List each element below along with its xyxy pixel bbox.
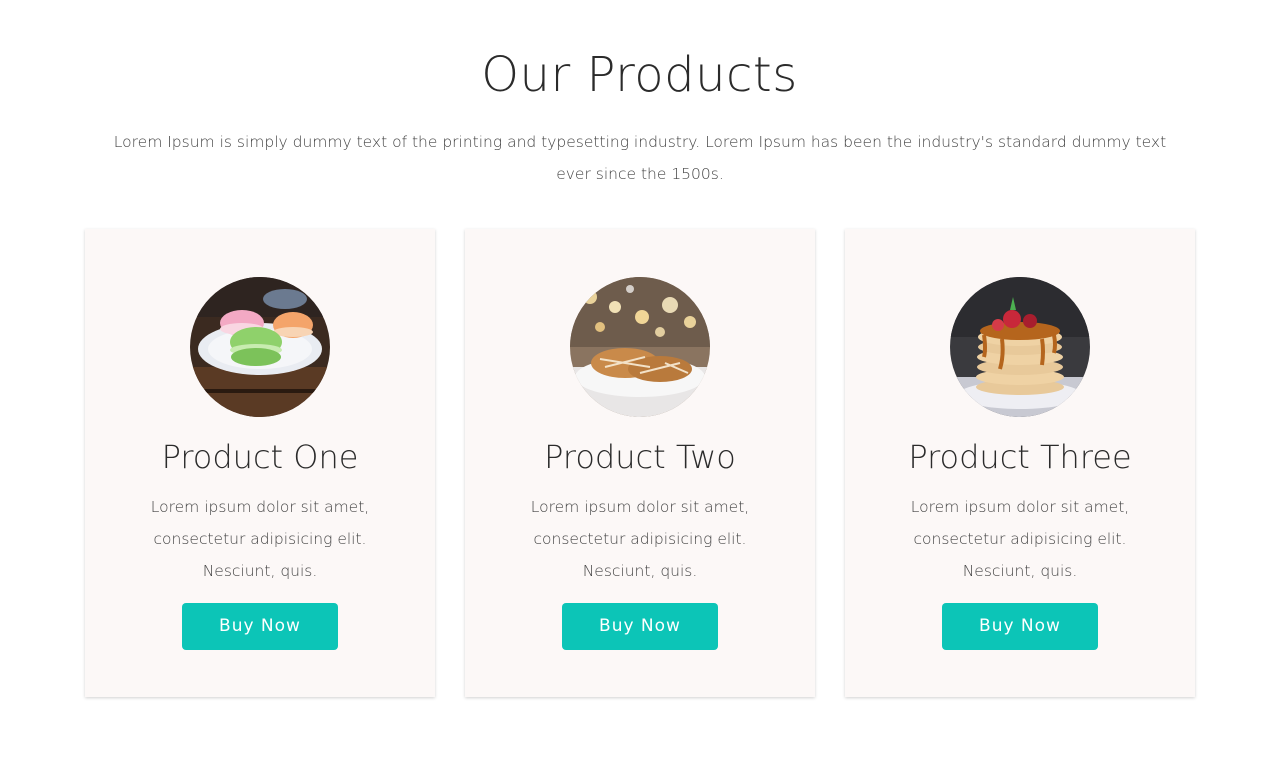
product-title: Product Three [908,438,1132,476]
product-image-pancakes [950,277,1090,417]
section-title: Our Products [481,47,798,103]
product-description: Lorem ipsum dolor sit amet, consectetur … [530,498,750,580]
product-title: Product Two [544,438,736,476]
section-description: Lorem Ipsum is simply dummy text of the … [113,133,1167,183]
product-image-cookies [570,277,710,417]
product-card: Product Three Lorem ipsum dolor sit amet… [845,229,1195,697]
product-image-macarons [190,277,330,417]
products-section: Our Products Lorem Ipsum is simply dummy… [0,0,1279,757]
buy-now-button[interactable]: Buy Now [182,603,338,650]
product-description: Lorem ipsum dolor sit amet, consectetur … [150,498,370,580]
product-title: Product One [161,438,359,476]
buy-now-button[interactable]: Buy Now [562,603,718,650]
product-card: Product One Lorem ipsum dolor sit amet, … [85,229,435,697]
product-card: Product Two Lorem ipsum dolor sit amet, … [465,229,815,697]
product-description: Lorem ipsum dolor sit amet, consectetur … [910,498,1130,580]
buy-now-button[interactable]: Buy Now [942,603,1098,650]
